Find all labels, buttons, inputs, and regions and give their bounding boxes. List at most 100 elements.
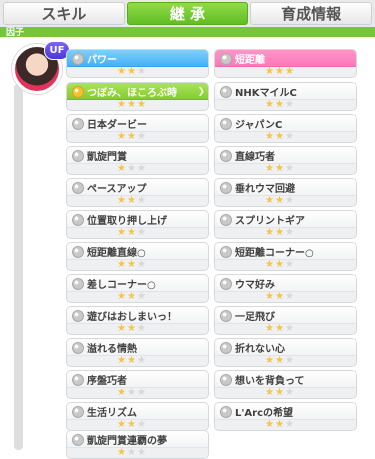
star-icon: ★ xyxy=(274,227,284,238)
star-icon: ★ xyxy=(136,66,146,77)
star-icon: ★ xyxy=(126,227,136,238)
star-icon: ★ xyxy=(117,447,126,458)
factor-name: NHKマイルC xyxy=(235,88,297,99)
factor-name: 想いを背負って xyxy=(235,376,305,387)
factor-card[interactable]: 想いを背負って ★ ★ ★ xyxy=(214,370,357,399)
factor-dot-icon xyxy=(220,374,232,386)
star-icon: ★ xyxy=(136,195,146,206)
star-icon: ★ xyxy=(136,131,146,142)
factor-card[interactable]: 短距離コーナー○ ★ ★ ★ xyxy=(214,242,357,271)
factor-stars: ★ ★ ★ xyxy=(265,163,294,174)
star-icon: ★ xyxy=(117,195,126,206)
star-icon: ★ xyxy=(117,259,126,270)
tab-skills[interactable]: スキル xyxy=(3,2,125,25)
factor-card[interactable]: 遊びはおしまいっ！ ★ ★ ★ xyxy=(66,306,209,335)
factor-stars: ★ ★ ★ xyxy=(265,131,294,142)
factor-stars: ★ ★ ★ xyxy=(117,227,146,238)
factor-card[interactable]: NHKマイルC ★ ★ ★ xyxy=(214,82,357,111)
section-title: 因子 xyxy=(6,28,25,38)
star-icon: ★ xyxy=(274,131,284,142)
star-icon: ★ xyxy=(284,163,294,174)
star-icon: ★ xyxy=(265,195,274,206)
star-icon: ★ xyxy=(117,291,126,302)
factor-card[interactable]: 日本ダービー ★ ★ ★ xyxy=(66,114,209,143)
factor-stars: ★ ★ ★ xyxy=(265,419,294,430)
factor-stars: ★ ★ ★ xyxy=(265,195,294,206)
factor-card[interactable]: 凱旋門賞 ★ ★ ★ xyxy=(66,146,209,175)
factor-dot-icon xyxy=(220,214,232,226)
factor-card[interactable]: パワー ★ ★ ★ xyxy=(66,49,209,78)
star-icon: ★ xyxy=(117,66,126,77)
factor-card[interactable]: 短距離直線○ ★ ★ ★ xyxy=(66,242,209,271)
star-icon: ★ xyxy=(265,355,274,366)
factor-stars: ★ ★ ★ xyxy=(265,99,294,110)
star-icon: ★ xyxy=(274,163,284,174)
star-icon: ★ xyxy=(265,99,274,110)
star-icon: ★ xyxy=(117,131,126,142)
factor-card[interactable]: 垂れウマ回避 ★ ★ ★ xyxy=(214,178,357,207)
factor-card[interactable]: 溢れる情熱 ★ ★ ★ xyxy=(66,338,209,367)
factor-name: 遊びはおしまいっ！ xyxy=(87,312,177,323)
factor-dot-icon xyxy=(220,342,232,354)
tab-inheritance[interactable]: 継 承 xyxy=(126,2,249,25)
factor-name: 短距離コーナー○ xyxy=(235,248,314,259)
factor-dot-icon xyxy=(72,406,84,418)
factor-name: 短距離 xyxy=(235,55,265,66)
star-icon: ★ xyxy=(284,419,294,430)
factor-name: 折れない心 xyxy=(235,344,285,355)
factor-name: ペースアップ xyxy=(87,184,147,195)
factor-card[interactable]: 折れない心 ★ ★ ★ xyxy=(214,338,357,367)
factor-stars: ★ ★ ★ xyxy=(117,259,146,270)
star-icon: ★ xyxy=(126,291,136,302)
star-icon: ★ xyxy=(274,99,284,110)
factor-card[interactable]: 短距離 ★ ★ ★ xyxy=(214,49,357,78)
factor-name: 凱旋門賞連覇の夢 xyxy=(87,436,167,447)
factor-name: 垂れウマ回避 xyxy=(235,184,295,195)
star-icon: ★ xyxy=(136,291,146,302)
factor-dot-icon xyxy=(220,278,232,290)
factor-card[interactable]: 生活リズム ★ ★ ★ xyxy=(66,402,209,431)
factor-card[interactable]: 位置取り押し上げ ★ ★ ★ xyxy=(66,210,209,239)
factor-dot-icon xyxy=(220,406,232,418)
factor-card[interactable]: 差しコーナー○ ★ ★ ★ xyxy=(66,274,209,303)
star-icon: ★ xyxy=(126,66,136,77)
star-icon: ★ xyxy=(284,99,294,110)
factor-name: つぼみ、ほころぶ時 xyxy=(87,88,177,99)
star-icon: ★ xyxy=(284,195,294,206)
factor-card[interactable]: 一足飛び ★ ★ ★ xyxy=(214,306,357,335)
factor-name: スプリントギア xyxy=(235,216,305,227)
star-icon: ★ xyxy=(265,227,274,238)
star-icon: ★ xyxy=(126,195,136,206)
factor-card[interactable]: 序盤巧者 ★ ★ ★ xyxy=(66,370,209,399)
factor-card[interactable]: ペースアップ ★ ★ ★ xyxy=(66,178,209,207)
star-icon: ★ xyxy=(265,66,274,77)
factor-dot-icon xyxy=(72,150,84,162)
tab-training-info[interactable]: 育成情報 xyxy=(250,2,373,25)
star-icon: ★ xyxy=(117,163,126,174)
star-icon: ★ xyxy=(284,131,294,142)
star-icon: ★ xyxy=(284,323,294,334)
factors-section-header: 因子 xyxy=(0,27,375,38)
factor-dot-icon xyxy=(220,150,232,162)
factor-card[interactable]: つぼみ、ほころぶ時 ❯ ★ ★ ★ xyxy=(66,82,209,111)
factor-stars: ★ ★ ★ xyxy=(265,291,294,302)
factor-stars: ★ ★ ★ xyxy=(117,131,146,142)
factor-card[interactable]: 直線巧者 ★ ★ ★ xyxy=(214,146,357,175)
factor-name: 序盤巧者 xyxy=(87,376,127,387)
factor-card[interactable]: スプリントギア ★ ★ ★ xyxy=(214,210,357,239)
factor-dot-icon xyxy=(72,246,84,258)
factor-card[interactable]: L'Arcの希望 ★ ★ ★ xyxy=(214,402,357,431)
star-icon: ★ xyxy=(136,227,146,238)
factor-stars: ★ ★ ★ xyxy=(117,323,146,334)
factor-card[interactable]: ジャパンC ★ ★ ★ xyxy=(214,114,357,143)
factor-dot-icon xyxy=(72,86,84,98)
factor-name: 位置取り押し上げ xyxy=(87,216,167,227)
factor-name: 凱旋門賞 xyxy=(87,152,127,163)
factor-card[interactable]: ウマ好み ★ ★ ★ xyxy=(214,274,357,303)
star-icon: ★ xyxy=(274,419,284,430)
factor-dot-icon xyxy=(72,53,84,65)
factor-card[interactable]: 凱旋門賞連覇の夢 ★ ★ ★ xyxy=(66,430,209,459)
star-icon: ★ xyxy=(274,66,284,77)
star-icon: ★ xyxy=(274,291,284,302)
factor-dot-icon xyxy=(220,182,232,194)
